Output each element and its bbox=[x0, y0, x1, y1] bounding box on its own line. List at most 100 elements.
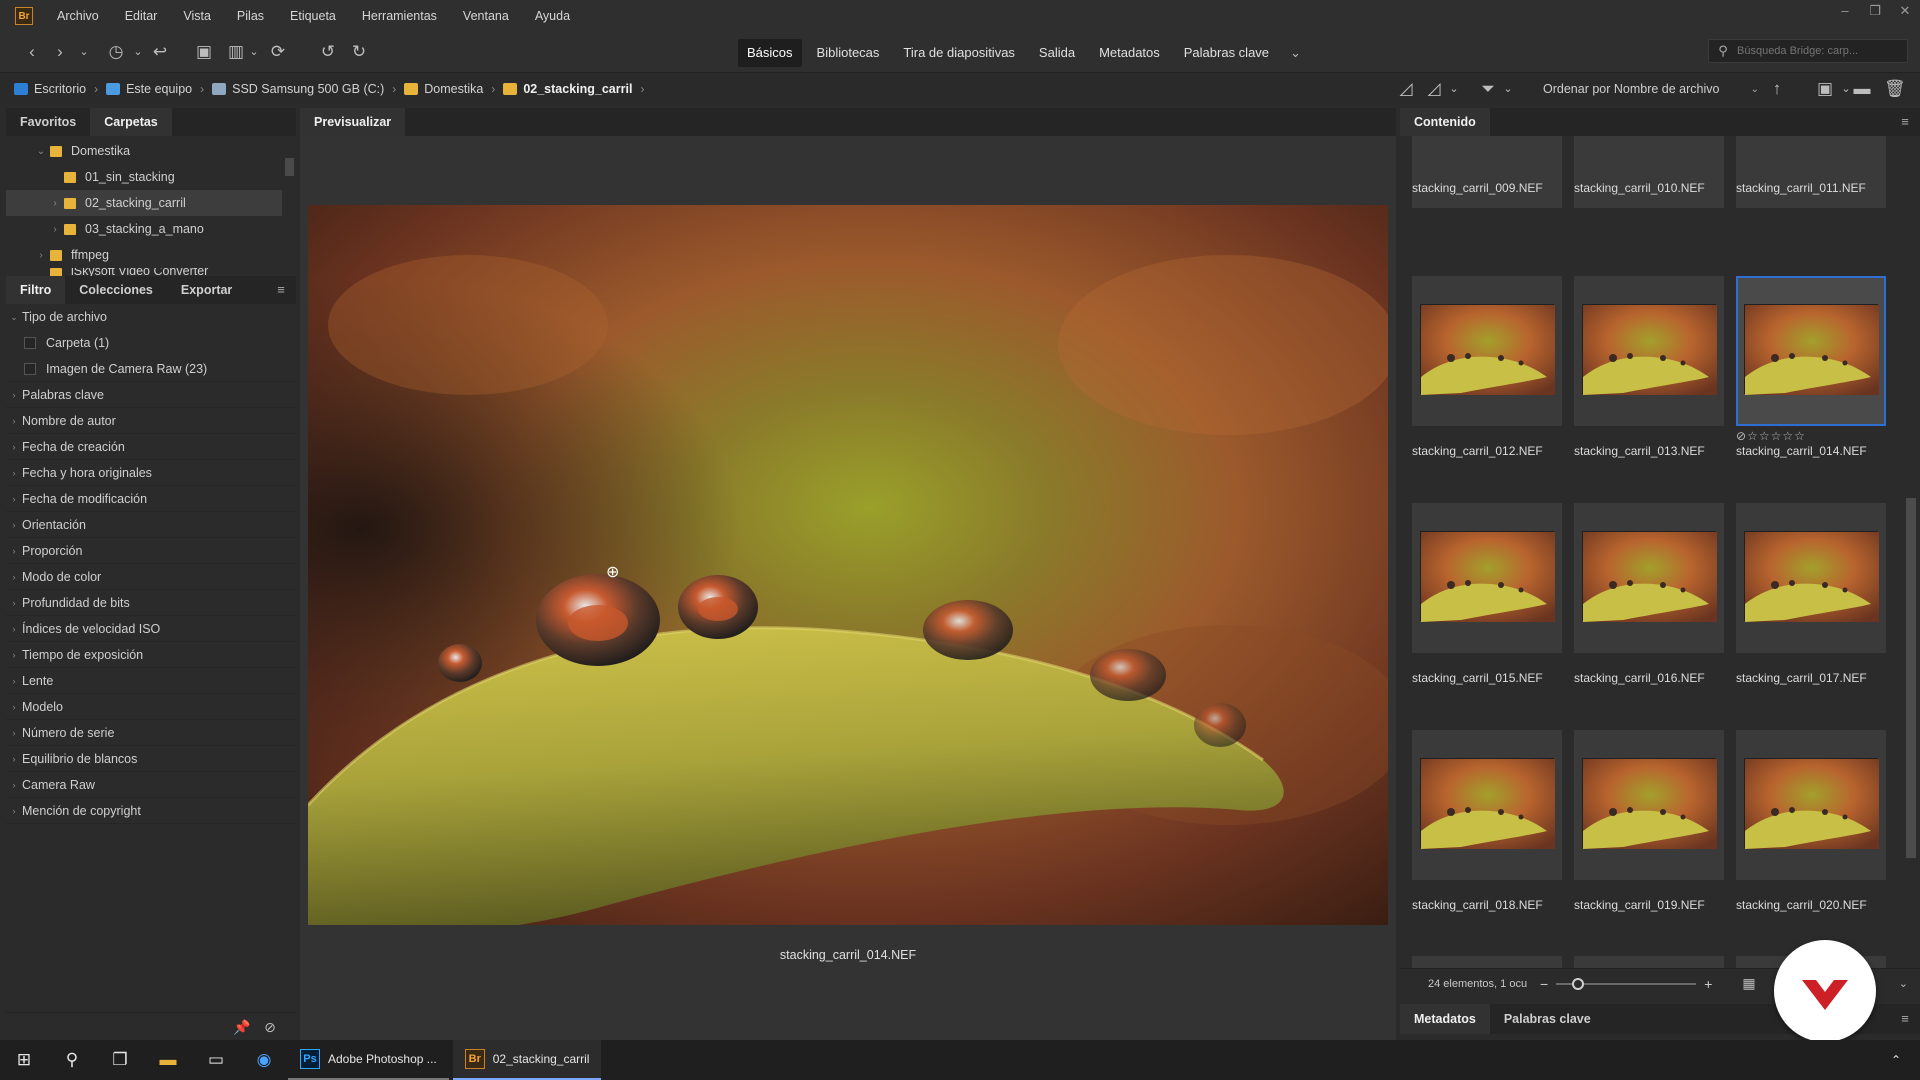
menu-pilas[interactable]: Pilas bbox=[237, 9, 264, 23]
filter-group[interactable]: › Índices de velocidad ISO bbox=[6, 616, 296, 642]
terminal-icon[interactable]: ▭ bbox=[192, 1040, 240, 1080]
zoom-in-icon[interactable]: + bbox=[1704, 976, 1712, 992]
thumbnail-cell[interactable] bbox=[1736, 136, 1886, 208]
boomerang-icon[interactable]: ↩ bbox=[150, 42, 170, 62]
workspace-bibliotecas[interactable]: Bibliotecas bbox=[808, 39, 889, 67]
pin-icon[interactable]: 📌 bbox=[232, 1017, 252, 1037]
crumb-ssd[interactable]: SSD Samsung 500 GB (C:) bbox=[212, 82, 384, 96]
tab-palabras-clave[interactable]: Palabras clave bbox=[1490, 1004, 1605, 1034]
rotate-left-icon[interactable]: ↺ bbox=[318, 42, 338, 62]
restore-icon[interactable]: ❐ bbox=[1860, 0, 1890, 24]
refine-icon[interactable]: ▥ bbox=[226, 42, 246, 62]
workspace-basicos[interactable]: Básicos bbox=[738, 39, 802, 67]
file-explorer-icon[interactable]: ▬ bbox=[144, 1040, 192, 1080]
crumb-separator-icon[interactable]: › bbox=[392, 82, 396, 96]
sort-select[interactable]: Ordenar por Nombre de archivo ⌄ bbox=[1538, 78, 1762, 100]
clear-filter-icon[interactable]: ⊘ bbox=[260, 1017, 280, 1037]
filter-group[interactable]: › Nombre de autor bbox=[6, 408, 296, 434]
scroll-thumb[interactable] bbox=[285, 158, 294, 176]
tree-item-02-stacking-carril[interactable]: › 02_stacking_carril bbox=[6, 190, 282, 216]
thumbnail-cell[interactable] bbox=[1412, 276, 1562, 426]
thumbnail-cell[interactable] bbox=[1412, 730, 1562, 880]
panel-menu-icon[interactable]: ≡ bbox=[1890, 108, 1920, 136]
crumb-separator-icon[interactable]: › bbox=[491, 82, 495, 96]
thumbnail-cell[interactable] bbox=[1574, 503, 1724, 653]
thumbnail-cell[interactable] bbox=[1412, 503, 1562, 653]
tree-item-03-stacking-a-mano[interactable]: › 03_stacking_a_mano bbox=[6, 216, 282, 242]
tree-item-01-sin-stacking[interactable]: 01_sin_stacking bbox=[6, 164, 282, 190]
filter-group[interactable]: › Número de serie bbox=[6, 720, 296, 746]
browser-icon[interactable]: ◉ bbox=[240, 1040, 288, 1080]
thumbnail-cell[interactable] bbox=[1412, 136, 1562, 208]
filter-option-carpeta[interactable]: Carpeta (1) bbox=[6, 330, 296, 356]
workspace-palabras-clave[interactable]: Palabras clave bbox=[1175, 39, 1278, 67]
forward-icon[interactable]: › bbox=[50, 42, 70, 62]
slider-knob[interactable] bbox=[1572, 977, 1585, 990]
preview-image[interactable]: ⊕ bbox=[308, 205, 1388, 925]
thumbnail-cell[interactable] bbox=[1574, 136, 1724, 208]
filter-group[interactable]: › Orientación bbox=[6, 512, 296, 538]
windows-start-icon[interactable]: ⊞ bbox=[0, 1040, 48, 1080]
zoom-out-icon[interactable]: − bbox=[1540, 976, 1548, 992]
filter-group[interactable]: › Camera Raw bbox=[6, 772, 296, 798]
tree-item-iskysoft[interactable]: iSkysoft Video Converter bbox=[6, 268, 282, 276]
filter-group[interactable]: › Fecha y hora originales bbox=[6, 460, 296, 486]
tab-colecciones[interactable]: Colecciones bbox=[65, 276, 167, 304]
search-box[interactable]: ⚲ bbox=[1708, 39, 1908, 63]
taskbar-app-bridge[interactable]: Br 02_stacking_carril bbox=[452, 1040, 602, 1080]
thumbnail-cell[interactable] bbox=[1574, 276, 1724, 426]
filter-group[interactable]: › Lente bbox=[6, 668, 296, 694]
filter-group[interactable]: › Fecha de modificación bbox=[6, 486, 296, 512]
filter-group[interactable]: › Mención de copyright bbox=[6, 798, 296, 824]
tab-contenido[interactable]: Contenido bbox=[1400, 108, 1490, 136]
menu-vista[interactable]: Vista bbox=[183, 9, 211, 23]
crumb-separator-icon[interactable]: › bbox=[200, 82, 204, 96]
search-icon[interactable]: ⚲ bbox=[48, 1040, 96, 1080]
collapse-chevron-icon[interactable]: › bbox=[50, 198, 60, 209]
menu-etiqueta[interactable]: Etiqueta bbox=[290, 9, 336, 23]
content-scrollbar[interactable] bbox=[1906, 138, 1916, 958]
tab-favoritos[interactable]: Favoritos bbox=[6, 108, 90, 136]
tab-exportar[interactable]: Exportar bbox=[167, 276, 246, 304]
filter-group[interactable]: › Tiempo de exposición bbox=[6, 642, 296, 668]
filter-dropdown-icon[interactable]: ⌄ bbox=[1498, 79, 1518, 99]
crumb-domestika[interactable]: Domestika bbox=[404, 82, 483, 96]
menu-herramientas[interactable]: Herramientas bbox=[362, 9, 437, 23]
collapse-chevron-icon[interactable]: › bbox=[36, 250, 46, 261]
workspace-more-chevron-icon[interactable]: ⌄ bbox=[1284, 39, 1307, 67]
filter-group[interactable]: › Profundidad de bits bbox=[6, 590, 296, 616]
close-icon[interactable]: ✕ bbox=[1890, 0, 1920, 24]
refine-dropdown-icon[interactable]: ⌄ bbox=[244, 42, 264, 62]
panel-menu-icon[interactable]: ≡ bbox=[1890, 1004, 1920, 1034]
menu-archivo[interactable]: Archivo bbox=[57, 9, 99, 23]
crumb-escritorio[interactable]: Escritorio bbox=[14, 82, 86, 96]
tab-previsualizar[interactable]: Previsualizar bbox=[300, 108, 406, 136]
thumbnail-cell[interactable] bbox=[1736, 730, 1886, 880]
quality-icon[interactable]: ◿ bbox=[1396, 79, 1416, 99]
filter-funnel-icon[interactable]: ⏷ bbox=[1478, 79, 1498, 99]
scroll-thumb[interactable] bbox=[1906, 498, 1916, 858]
minimize-icon[interactable]: – bbox=[1830, 0, 1860, 24]
filter-group[interactable]: › Modo de color bbox=[6, 564, 296, 590]
tab-carpetas[interactable]: Carpetas bbox=[90, 108, 172, 136]
checkbox[interactable] bbox=[24, 337, 36, 349]
thumbnail-cell[interactable] bbox=[1736, 503, 1886, 653]
filter-group[interactable]: › Modelo bbox=[6, 694, 296, 720]
thumbnail-cell[interactable] bbox=[1736, 276, 1886, 426]
back-icon[interactable]: ‹ bbox=[22, 42, 42, 62]
task-view-icon[interactable]: ❐ bbox=[96, 1040, 144, 1080]
filter-group[interactable]: › Equilibrio de blancos bbox=[6, 746, 296, 772]
tree-item-ffmpeg[interactable]: › ffmpeg bbox=[6, 242, 282, 268]
workspace-metadatos[interactable]: Metadatos bbox=[1090, 39, 1169, 67]
open-recent-icon[interactable]: ▣ bbox=[1815, 79, 1835, 99]
taskbar-app-photoshop[interactable]: Ps Adobe Photoshop ... bbox=[288, 1040, 449, 1080]
tab-filtro[interactable]: Filtro bbox=[6, 276, 66, 304]
tree-item-domestika[interactable]: ⌄ Domestika bbox=[6, 138, 282, 164]
checkbox[interactable] bbox=[24, 362, 36, 375]
tray-chevron-up-icon[interactable]: ⌃ bbox=[1872, 1040, 1920, 1080]
crumb-este-equipo[interactable]: Este equipo bbox=[106, 82, 192, 96]
menu-ventana[interactable]: Ventana bbox=[463, 9, 509, 23]
rating-stars[interactable]: ⊘☆☆☆☆☆ bbox=[1736, 429, 1806, 443]
filter-group[interactable]: › Proporción bbox=[6, 538, 296, 564]
new-folder-icon[interactable]: ▬ bbox=[1852, 79, 1872, 99]
